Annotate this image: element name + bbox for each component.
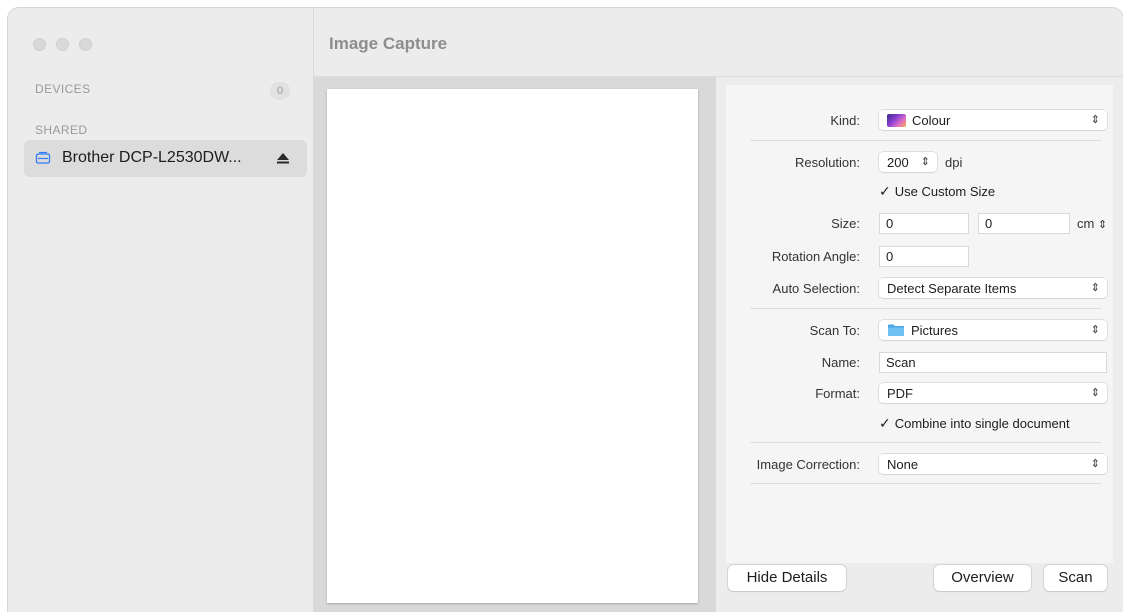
size-width-field[interactable]: 0 — [879, 213, 969, 234]
name-field[interactable]: Scan — [879, 352, 1107, 373]
colour-swatch-icon — [887, 114, 906, 127]
updown-chevron-icon: ⇕ — [1090, 387, 1100, 399]
kind-value: Colour — [912, 113, 951, 128]
name-row: Name: Scan — [726, 351, 1113, 373]
auto-selection-popup[interactable]: Detect Separate Items ⇕ — [879, 278, 1107, 298]
auto-selection-row: Auto Selection: Detect Separate Items ⇕ — [726, 277, 1113, 299]
format-label: Format: — [815, 386, 860, 401]
main-area: Image Capture Kind: Colour ⇕ Resolution:… — [314, 8, 1123, 612]
image-correction-popup[interactable]: None ⇕ — [879, 454, 1107, 474]
format-row: Format: PDF ⇕ — [726, 382, 1113, 404]
titlebar: Image Capture — [314, 8, 1123, 77]
auto-selection-value: Detect Separate Items — [887, 281, 1017, 296]
updown-chevron-icon: ⇕ — [1090, 282, 1100, 294]
updown-chevron-icon: ⇕ — [1097, 219, 1108, 231]
checkmark-icon: ✓ — [879, 415, 891, 431]
scan-to-label: Scan To: — [809, 323, 860, 338]
resolution-row: Resolution: 200 ⇕ dpi — [726, 151, 1113, 173]
scan-details-panel: Kind: Colour ⇕ Resolution: 200 ⇕ dpi ✓ U… — [716, 77, 1123, 612]
device-name-label: Brother DCP-L2530DW... — [62, 149, 242, 166]
updown-chevron-icon: ⇕ — [1090, 114, 1100, 126]
overview-button[interactable]: Overview — [934, 565, 1031, 591]
resolution-popup[interactable]: 200 ⇕ — [879, 152, 937, 172]
name-label: Name: — [821, 355, 860, 370]
rotation-label: Rotation Angle: — [771, 249, 860, 264]
close-window-button[interactable] — [33, 38, 46, 51]
combine-checkbox[interactable]: ✓ Combine into single document — [879, 415, 1070, 432]
image-correction-row: Image Correction: None ⇕ — [726, 453, 1113, 475]
devices-section-label: DEVICES — [35, 82, 91, 96]
format-value: PDF — [887, 386, 913, 401]
use-custom-size-label: Use Custom Size — [894, 184, 996, 199]
sidebar-item-brother-scanner[interactable]: Brother DCP-L2530DW... — [24, 140, 307, 177]
resolution-label: Resolution: — [794, 155, 860, 170]
format-popup[interactable]: PDF ⇕ — [879, 383, 1107, 403]
minimize-window-button[interactable] — [56, 38, 69, 51]
rotation-row: Rotation Angle: 0 — [726, 245, 1113, 267]
updown-chevron-icon: ⇕ — [1090, 458, 1100, 470]
separator — [750, 308, 1101, 309]
checkmark-icon: ✓ — [879, 183, 891, 199]
separator — [750, 442, 1101, 443]
updown-chevron-icon: ⇕ — [920, 156, 930, 168]
scan-preview-area — [314, 77, 716, 612]
scanner-icon — [35, 151, 51, 164]
devices-count-badge: 0 — [270, 82, 290, 100]
resolution-value: 200 — [887, 155, 909, 170]
kind-popup[interactable]: Colour ⇕ — [879, 110, 1107, 130]
resolution-unit: dpi — [945, 155, 963, 170]
shared-section-label: SHARED — [35, 123, 88, 137]
scan-to-row: Scan To: Pictures ⇕ — [726, 319, 1113, 341]
use-custom-size-row: ✓ Use Custom Size — [726, 180, 1113, 202]
updown-chevron-icon: ⇕ — [1090, 324, 1100, 336]
kind-row: Kind: Colour ⇕ — [726, 109, 1113, 131]
rotation-field[interactable]: 0 — [879, 246, 969, 267]
size-label: Size: — [831, 216, 860, 231]
window-controls — [33, 38, 92, 51]
use-custom-size-checkbox[interactable]: ✓ Use Custom Size — [879, 183, 995, 200]
size-height-value: 0 — [985, 216, 993, 231]
size-unit-popup[interactable]: cm ⇕ — [1077, 216, 1107, 231]
scan-settings-form: Kind: Colour ⇕ Resolution: 200 ⇕ dpi ✓ U… — [726, 85, 1113, 563]
separator — [750, 483, 1101, 484]
size-row: Size: 0 0 cm ⇕ — [726, 212, 1113, 234]
eject-icon[interactable] — [276, 151, 290, 165]
zoom-window-button[interactable] — [79, 38, 92, 51]
scan-button[interactable]: Scan — [1044, 565, 1107, 591]
kind-label: Kind: — [830, 113, 860, 128]
scan-to-value: Pictures — [911, 323, 958, 338]
size-unit-value: cm — [1077, 216, 1095, 231]
scan-preview-page[interactable] — [327, 89, 698, 603]
scan-to-popup[interactable]: Pictures ⇕ — [879, 320, 1107, 340]
image-correction-label: Image Correction: — [756, 457, 860, 472]
folder-icon — [888, 324, 904, 336]
sidebar: DEVICES 0 SHARED Brother DCP-L2530DW... — [8, 8, 314, 612]
separator — [750, 140, 1101, 141]
app-window: DEVICES 0 SHARED Brother DCP-L2530DW... … — [8, 8, 1123, 612]
hide-details-button[interactable]: Hide Details — [728, 565, 846, 591]
combine-label: Combine into single document — [894, 416, 1070, 431]
size-width-value: 0 — [886, 216, 894, 231]
rotation-value: 0 — [886, 249, 894, 264]
image-correction-value: None — [887, 457, 919, 472]
size-height-field[interactable]: 0 — [978, 213, 1070, 234]
app-title: Image Capture — [329, 34, 448, 53]
name-value: Scan — [886, 355, 916, 370]
combine-row: ✓ Combine into single document — [726, 412, 1113, 434]
auto-selection-label: Auto Selection: — [772, 281, 860, 296]
